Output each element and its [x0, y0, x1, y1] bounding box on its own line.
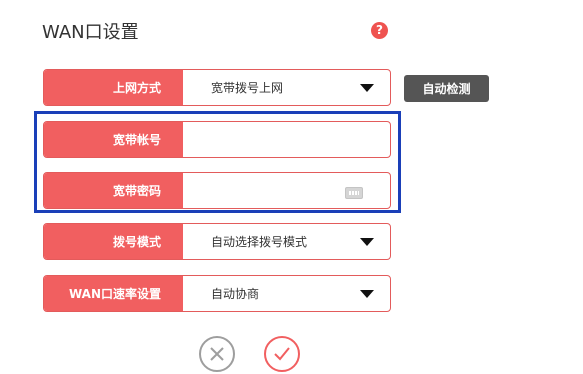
dial-mode-select[interactable]: 拨号模式 自动选择拨号模式: [43, 223, 391, 260]
auto-detect-button[interactable]: 自动检测: [404, 75, 489, 102]
connection-type-label: 上网方式: [44, 70, 183, 105]
connection-type-select[interactable]: 上网方式 宽带拨号上网: [43, 69, 391, 106]
broadband-password-field[interactable]: 宽带密码: [43, 172, 391, 209]
dropdown-arrow-icon[interactable]: [360, 290, 374, 298]
broadband-account-field[interactable]: 宽带帐号: [43, 121, 391, 158]
dropdown-arrow-icon[interactable]: [360, 238, 374, 246]
keyboard-icon[interactable]: [345, 187, 363, 199]
wan-speed-select[interactable]: WAN口速率设置 自动协商: [43, 275, 391, 312]
cancel-button[interactable]: [199, 336, 235, 372]
wan-speed-value[interactable]: 自动协商: [211, 276, 259, 311]
dropdown-arrow-icon[interactable]: [360, 84, 374, 92]
connection-type-value[interactable]: 宽带拨号上网: [211, 70, 283, 105]
confirm-button[interactable]: [264, 336, 300, 372]
confirm-icon: [274, 347, 290, 361]
dial-mode-label: 拨号模式: [44, 224, 183, 259]
broadband-password-label: 宽带密码: [44, 173, 183, 208]
wan-speed-label: WAN口速率设置: [44, 276, 183, 311]
broadband-account-label: 宽带帐号: [44, 122, 183, 157]
help-icon[interactable]: ?: [371, 22, 388, 39]
dial-mode-value[interactable]: 自动选择拨号模式: [211, 224, 307, 259]
page-title: WAN口设置: [42, 22, 139, 43]
cancel-icon: [210, 347, 224, 361]
